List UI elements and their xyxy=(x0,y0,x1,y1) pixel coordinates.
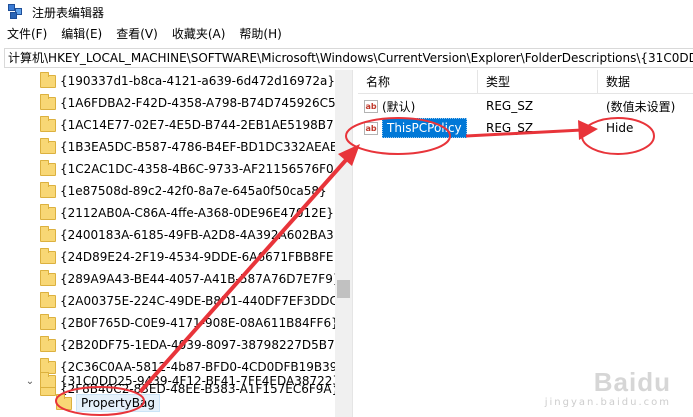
tree-item[interactable]: {190337d1-b8ca-4121-a639-6d472d16972a} xyxy=(40,70,335,92)
menu-edit[interactable]: 编辑(E) xyxy=(54,24,109,44)
folder-icon xyxy=(40,269,56,286)
window-title: 注册表编辑器 xyxy=(32,5,105,20)
values-pane: 名称 类型 数据 ab (默认) REG_SZ (数值未设置) ab ThisP… xyxy=(358,70,693,417)
value-type: REG_SZ xyxy=(486,121,534,135)
tree-item[interactable]: {2B20DF75-1EDA-4039-8097-38798227D5B7} xyxy=(40,334,342,356)
watermark: Baidu jingyan.baidu.com xyxy=(517,367,687,413)
folder-icon xyxy=(40,247,56,264)
folder-icon xyxy=(40,335,56,352)
menu-help[interactable]: 帮助(H) xyxy=(232,24,288,44)
folder-icon xyxy=(40,115,56,132)
tree-item-label: {2112AB0A-C86A-4ffe-A368-0DE96E47012E} xyxy=(60,206,334,220)
folder-icon xyxy=(40,225,56,242)
scroll-thumb[interactable] xyxy=(337,280,350,298)
registry-tree: {190337d1-b8ca-4121-a639-6d472d16972a} {… xyxy=(0,70,352,417)
tree-item-selected[interactable]: PropertyBag xyxy=(56,392,160,414)
tree-item-label: {190337d1-b8ca-4121-a639-6d472d16972a} xyxy=(60,74,335,88)
value-data: (数值未设置) xyxy=(606,99,676,114)
title-bar: 注册表编辑器 xyxy=(0,0,693,24)
tree-item[interactable]: {1A6FDBA2-F42D-4358-A798-B74D745926C5} xyxy=(40,92,343,114)
menu-file[interactable]: 文件(F) xyxy=(0,24,54,44)
tree-scrollbar[interactable] xyxy=(335,70,352,417)
value-row-selected[interactable]: ab ThisPCPolicy REG_SZ Hide xyxy=(358,117,693,139)
tree-item[interactable]: {1AC14E77-02E7-4E5D-B744-2EB1AE5198B7} xyxy=(40,114,341,136)
folder-icon xyxy=(40,137,56,154)
tree-item-label: {1AC14E77-02E7-4E5D-B744-2EB1AE5198B7} xyxy=(60,118,342,132)
watermark-logo: Baidu xyxy=(593,367,671,397)
watermark-url: jingyan.baidu.com xyxy=(544,397,671,408)
folder-icon xyxy=(40,291,56,308)
menu-bar: 文件(F) 编辑(E) 查看(V) 收藏夹(A) 帮助(H) xyxy=(0,24,693,44)
tree-item-label: {1B3EA5DC-B587-4786-B4EF-BD1DC332AEAE} xyxy=(60,140,346,154)
tree-item-label: PropertyBag xyxy=(76,394,160,412)
value-name: (默认) xyxy=(382,99,416,114)
tree-item-label: {2400183A-6185-49FB-A2D8-4A392A602BA3} xyxy=(60,228,342,242)
folder-icon xyxy=(40,181,56,198)
tree-item[interactable]: {289A9A43-BE44-4057-A41B-587A76D7E7F9} xyxy=(40,268,340,290)
tree-item-label: {24D89E24-2F19-4534-9DDE-6A6671FBB8FE} xyxy=(60,250,342,264)
value-row[interactable]: ab (默认) REG_SZ (数值未设置) xyxy=(358,95,693,117)
string-value-icon: ab xyxy=(364,121,378,135)
tree-item-label: {1C2AC1DC-4358-4B6C-9733-AF21156576F0} xyxy=(60,162,342,176)
folder-icon xyxy=(40,71,56,88)
column-header-name[interactable]: 名称 xyxy=(358,70,478,93)
menu-view[interactable]: 查看(V) xyxy=(109,24,165,44)
value-name: ThisPCPolicy xyxy=(382,118,467,138)
tree-item[interactable]: {1e87508d-89c2-42f0-8a7e-645a0f50ca58} xyxy=(40,180,327,202)
column-header-type[interactable]: 类型 xyxy=(478,70,598,93)
tree-item-label: {1A6FDBA2-F42D-4358-A798-B74D745926C5} xyxy=(60,96,344,110)
value-type: REG_SZ xyxy=(486,99,534,113)
string-value-icon: ab xyxy=(364,99,378,113)
tree-item-label: {31C0DD25-9439-4F12-BF41-7FF4EDA38722} xyxy=(60,374,341,388)
folder-icon xyxy=(56,393,72,410)
tree-item[interactable]: {24D89E24-2F19-4534-9DDE-6A6671FBB8FE} xyxy=(40,246,341,268)
folder-icon xyxy=(40,93,56,110)
tree-item[interactable]: {2B0F765D-C0E9-4171-908E-08A611B84FF6} xyxy=(40,312,339,334)
folder-icon xyxy=(40,371,56,388)
folder-icon xyxy=(40,159,56,176)
tree-item-label: {1e87508d-89c2-42f0-8a7e-645a0f50ca58} xyxy=(60,184,327,198)
address-bar[interactable]: 计算机\HKEY_LOCAL_MACHINE\SOFTWARE\Microsof… xyxy=(4,48,693,68)
tree-item-label: {2B0F765D-C0E9-4171-908E-08A611B84FF6} xyxy=(60,316,339,330)
tree-item-label: {2B20DF75-1EDA-4039-8097-38798227D5B7} xyxy=(60,338,343,352)
chevron-down-icon[interactable]: ⌄ xyxy=(24,376,36,387)
tree-item[interactable]: {2112AB0A-C86A-4ffe-A368-0DE96E47012E} xyxy=(40,202,334,224)
folder-icon xyxy=(40,203,56,220)
tree-item[interactable]: {2400183A-6185-49FB-A2D8-4A392A602BA3} xyxy=(40,224,341,246)
menu-favorites[interactable]: 收藏夹(A) xyxy=(165,24,233,44)
regedit-app-icon xyxy=(8,4,24,20)
folder-icon xyxy=(40,313,56,330)
column-headers: 名称 类型 数据 xyxy=(358,70,693,94)
value-data: Hide xyxy=(606,121,634,135)
tree-item[interactable]: {2A00375E-224C-49DE-B8D1-440DF7EF3DDC} xyxy=(40,290,346,312)
column-header-data[interactable]: 数据 xyxy=(598,70,693,93)
tree-item[interactable]: {1B3EA5DC-B587-4786-B4EF-BD1DC332AEAE} xyxy=(40,136,345,158)
tree-item-label: {289A9A43-BE44-4057-A41B-587A76D7E7F9} xyxy=(60,272,341,286)
tree-item[interactable]: {1C2AC1DC-4358-4B6C-9733-AF21156576F0} xyxy=(40,158,341,180)
tree-item-label: {2A00375E-224C-49DE-B8D1-440DF7EF3DDC} xyxy=(60,294,346,308)
tree-item-expanded[interactable]: ⌄ {31C0DD25-9439-4F12-BF41-7FF4EDA38722} xyxy=(24,370,340,392)
